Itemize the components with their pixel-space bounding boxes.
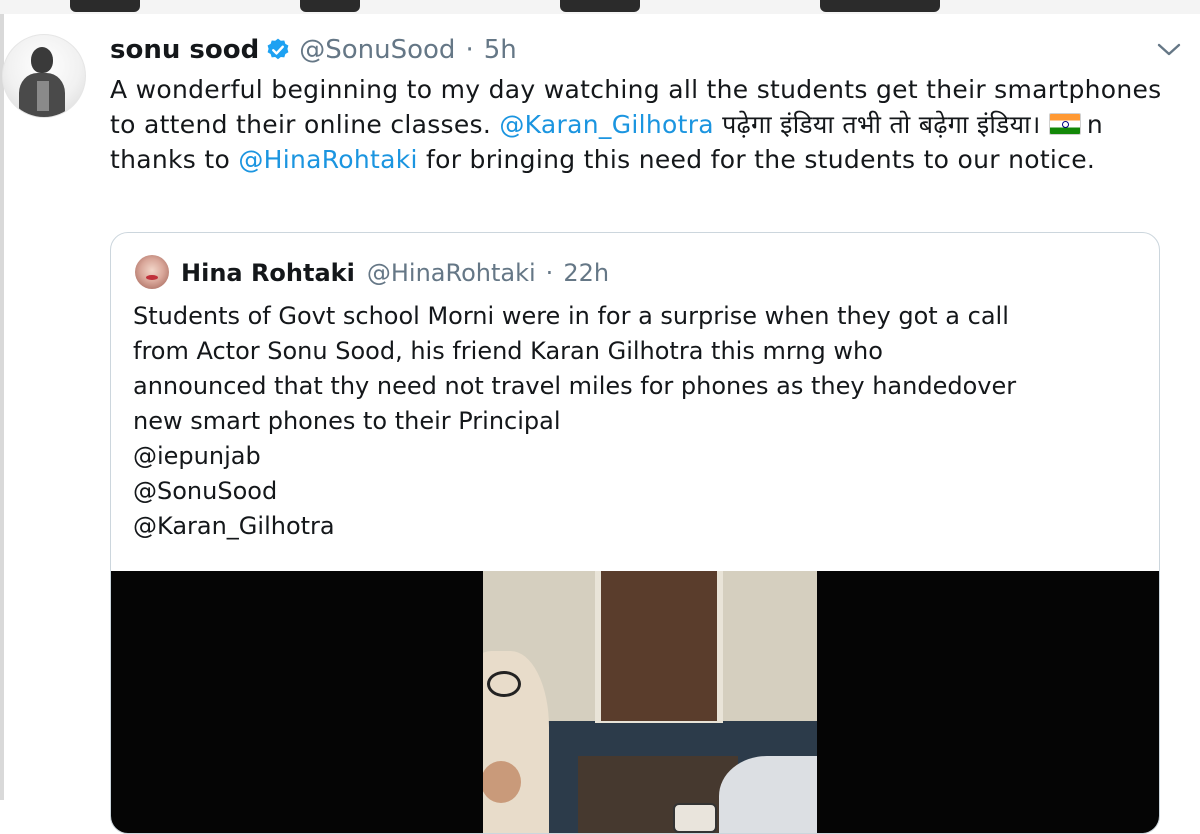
quoted-author-handle: @HinaRohtaki [366, 259, 536, 287]
quoted-mention-karan-gilhotra: @Karan_Gilhotra [133, 512, 335, 540]
left-edge [0, 14, 4, 800]
video-player[interactable] [111, 571, 1159, 833]
quoted-text-line: from Actor Sonu Sood, his friend Karan G… [133, 337, 883, 365]
mention-hina-rohtaki[interactable]: @HinaRohtaki [238, 145, 417, 174]
video-frame [483, 571, 817, 833]
quoted-author-name: Hina Rohtaki [181, 259, 355, 287]
tweet-text-hindi: पढ़ेगा इंडिया तभी तो बढ़ेगा इंडिया। [713, 110, 1049, 139]
verified-badge-icon [267, 38, 289, 60]
quoted-text-line: announced that thy need not travel miles… [133, 372, 1017, 400]
author-avatar[interactable] [2, 34, 86, 118]
quoted-text-line: Students of Govt school Morni were in fo… [133, 302, 1009, 330]
tweet-text-part: for bringing this need for the students … [417, 145, 1096, 174]
separator-dot: · [545, 259, 554, 287]
india-flag-icon [1048, 113, 1081, 135]
quoted-tweet-timestamp: 22h [563, 259, 610, 287]
separator-dot: · [465, 35, 474, 65]
quoted-mention-iepunjab: @iepunjab [133, 442, 261, 470]
quoted-mention-sonusood: @SonuSood [133, 477, 278, 505]
tweet-header: sonu sood @SonuSood · 5h [110, 32, 517, 68]
mention-karan-gilhotra[interactable]: @Karan_Gilhotra [499, 110, 714, 139]
tweet-text: A wonderful beginning to my day watching… [110, 72, 1185, 177]
quoted-author-avatar [135, 255, 169, 289]
quoted-tweet-text: Students of Govt school Morni were in fo… [133, 299, 1143, 544]
chevron-down-icon[interactable] [1156, 40, 1182, 60]
author-handle[interactable]: @SonuSood [299, 35, 455, 65]
author-name[interactable]: sonu sood [110, 35, 259, 65]
quoted-text-line: new smart phones to their Principal [133, 407, 561, 435]
top-cropped-strip [0, 0, 1200, 14]
quoted-tweet-card[interactable]: Hina Rohtaki @HinaRohtaki · 22h Students… [110, 232, 1160, 834]
quoted-tweet-header: Hina Rohtaki @HinaRohtaki · 22h [181, 255, 609, 291]
tweet-timestamp[interactable]: 5h [484, 35, 517, 65]
